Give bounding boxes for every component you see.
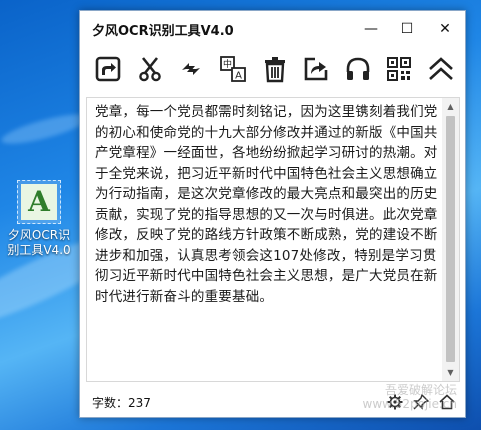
ocr-result-text[interactable]: 党章，每一个党员都需时刻铭记，因为这里镌刻着我们党的初心和使命党的十九大部分修改… — [95, 102, 438, 307]
translate-arrows-icon — [182, 63, 201, 75]
scrollbar-thumb[interactable] — [446, 116, 455, 362]
desktop-shortcut-label: 夕风OCR识别工具V4.0 — [7, 228, 71, 257]
scroll-down-arrow-icon[interactable]: ▼ — [442, 364, 459, 381]
window-title: 夕风OCR识别工具V4.0 — [92, 23, 234, 39]
headphones-icon — [346, 57, 370, 80]
qr-code-icon — [387, 57, 412, 81]
collapse-button[interactable] — [423, 51, 459, 87]
translate-arrows-button[interactable] — [173, 51, 209, 87]
app-icon-glyph: A — [21, 184, 57, 220]
translate-zh-a-button[interactable]: 中 A — [215, 51, 251, 87]
minimize-icon: — — [364, 21, 378, 37]
minimize-button[interactable]: — — [353, 11, 389, 47]
svg-text:A: A — [235, 71, 242, 82]
ocr-result-textarea[interactable]: 党章，每一个党员都需时刻铭记，因为这里镌刻着我们党的初心和使命党的十九大部分修改… — [86, 97, 460, 382]
close-icon: ✕ — [439, 21, 451, 37]
title-bar[interactable]: 夕风OCR识别工具V4.0 — ☐ ✕ — [80, 11, 465, 47]
scissors-icon — [138, 57, 161, 82]
app-icon: A — [17, 180, 61, 224]
read-aloud-button[interactable] — [340, 51, 376, 87]
vertical-scrollbar[interactable]: ▲ ▼ — [442, 98, 459, 381]
trash-icon — [264, 57, 285, 83]
ocr-window: 夕风OCR识别工具V4.0 — ☐ ✕ 中 A 党章，每一个党员都需时刻铭记，因… — [79, 10, 466, 418]
translate-zh-a-icon: 中 A — [219, 56, 246, 82]
collapse-chevrons-icon — [429, 57, 453, 80]
maximize-button[interactable]: ☐ — [389, 11, 425, 47]
watermark: 吾爱破解论坛 www.52pojie.cn — [362, 383, 457, 411]
clear-button[interactable] — [257, 51, 293, 87]
desktop-shortcut[interactable]: A 夕风OCR识别工具V4.0 — [2, 180, 76, 258]
share-icon — [304, 57, 328, 81]
share-button[interactable] — [298, 51, 334, 87]
cut-button[interactable] — [132, 51, 168, 87]
scroll-up-arrow-icon[interactable]: ▲ — [442, 98, 459, 115]
close-button[interactable]: ✕ — [425, 11, 465, 47]
screenshot-capture-icon — [95, 56, 121, 82]
toolbar: 中 A — [80, 47, 465, 91]
svg-text:中: 中 — [223, 58, 232, 70]
qr-code-button[interactable] — [381, 51, 417, 87]
char-count: 字数：237 — [92, 395, 151, 410]
screenshot-capture-button[interactable] — [90, 51, 126, 87]
maximize-icon: ☐ — [400, 21, 414, 37]
desktop-light-streak — [0, 108, 91, 150]
